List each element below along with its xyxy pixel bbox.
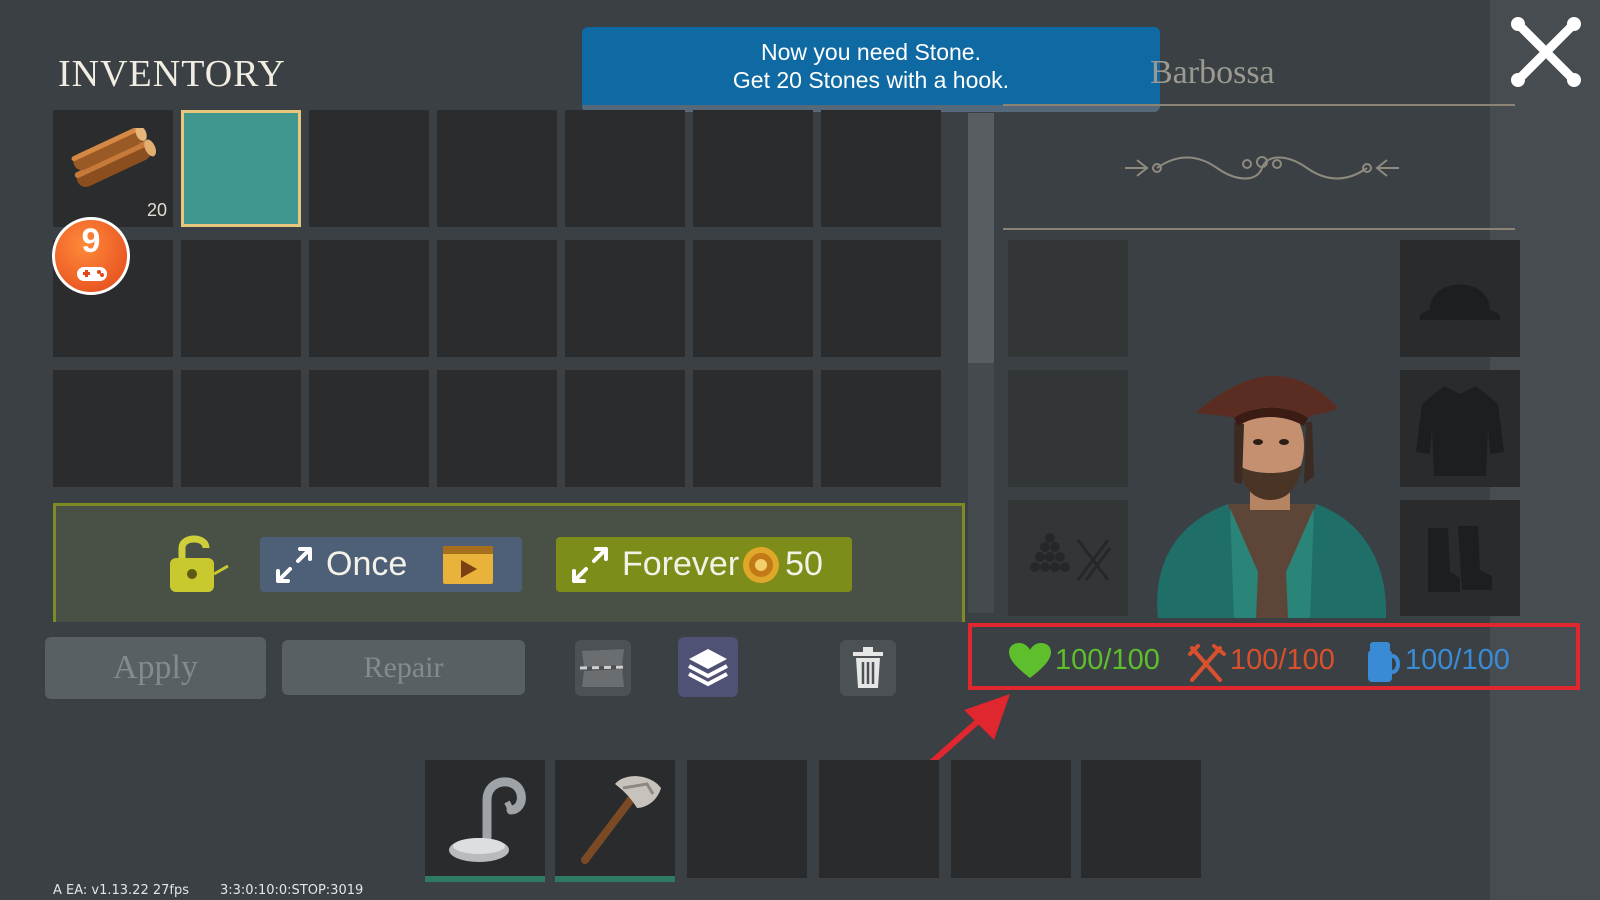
gamepad-icon xyxy=(77,267,107,281)
inventory-slot[interactable] xyxy=(309,110,429,227)
forever-label: Forever xyxy=(622,545,740,583)
inventory-slot[interactable] xyxy=(821,370,941,487)
durability-bar xyxy=(425,876,545,882)
expand-arrows-icon xyxy=(572,546,608,583)
tutorial-line-1: Now you need Stone. xyxy=(761,39,981,65)
item-count: 20 xyxy=(146,200,167,220)
thirst-value: 100/100 xyxy=(1405,644,1510,676)
inventory-slot[interactable] xyxy=(693,240,813,357)
inventory-slot[interactable] xyxy=(53,370,173,487)
scrollbar-thumb[interactable] xyxy=(968,113,994,363)
inventory-slot[interactable] xyxy=(181,370,301,487)
inventory-slot[interactable] xyxy=(437,110,557,227)
inventory-slot-wood[interactable]: 20 xyxy=(53,110,173,227)
inventory-slot[interactable] xyxy=(821,110,941,227)
stack-items-button[interactable] xyxy=(678,637,738,697)
apply-button[interactable]: Apply xyxy=(45,637,266,699)
tutorial-banner: Now you need Stone. Get 20 Stones with a… xyxy=(582,27,1160,112)
version-info: A EA: v1.13.22 27fps xyxy=(53,883,190,898)
equipment-slot[interactable] xyxy=(1008,370,1128,487)
level-badge: 9 xyxy=(52,217,130,295)
durability-bar xyxy=(555,876,675,882)
coin-icon xyxy=(743,546,780,583)
inventory-slot[interactable] xyxy=(693,370,813,487)
pirate-character xyxy=(1157,375,1387,618)
hat-icon xyxy=(1419,284,1501,320)
character-name: Barbossa xyxy=(1150,54,1275,91)
boots-icon xyxy=(1428,526,1492,592)
equipment-slot-ammo[interactable] xyxy=(1008,500,1128,616)
unlock-forever-button[interactable]: Forever 50 xyxy=(556,537,852,592)
split-icon xyxy=(579,649,627,687)
ornament-divider-icon xyxy=(1125,156,1399,180)
video-ad-icon xyxy=(443,545,494,584)
equipment-slot[interactable] xyxy=(1008,240,1128,357)
equipment-slot-body[interactable] xyxy=(1400,370,1520,487)
heart-icon xyxy=(1009,643,1051,678)
hotbar-slot[interactable] xyxy=(819,760,939,878)
hotbar-slot-hook[interactable] xyxy=(425,760,545,882)
hook-icon xyxy=(449,777,526,862)
health-value: 100/100 xyxy=(1055,644,1160,676)
inventory-title: INVENTORY xyxy=(58,53,286,95)
close-x-icon[interactable] xyxy=(1508,14,1584,90)
hotbar-slot-axe[interactable] xyxy=(555,760,675,882)
water-jug-icon xyxy=(1368,642,1400,682)
coat-icon xyxy=(1416,386,1504,476)
forever-price: 50 xyxy=(785,545,823,583)
inventory-slot[interactable] xyxy=(821,240,941,357)
padlock-icon xyxy=(170,535,229,592)
inventory-slot[interactable] xyxy=(565,110,685,227)
ornament-divider-line xyxy=(1003,228,1515,230)
hotbar-slot[interactable] xyxy=(951,760,1071,878)
inventory-slot[interactable] xyxy=(565,240,685,357)
equipment-slot-feet[interactable] xyxy=(1400,500,1520,616)
name-divider xyxy=(1003,104,1515,106)
trash-icon xyxy=(853,647,883,688)
delete-item-button[interactable] xyxy=(840,640,896,696)
wood-logs-icon xyxy=(71,128,157,187)
ammo-arrows-icon xyxy=(1030,533,1112,581)
debug-info: 3:3:0:10:0:STOP:3019 xyxy=(220,883,364,898)
inventory-slot[interactable] xyxy=(565,370,685,487)
hunger-value: 100/100 xyxy=(1230,644,1335,676)
stone-axe-icon xyxy=(581,776,661,864)
split-stack-button[interactable] xyxy=(575,640,631,696)
fork-knife-icon xyxy=(1188,644,1226,682)
inventory-slot[interactable] xyxy=(309,370,429,487)
expand-arrows-icon xyxy=(276,546,312,583)
unlock-once-button[interactable]: Once xyxy=(260,537,522,592)
hotbar-slot[interactable] xyxy=(687,760,807,878)
inventory-slot[interactable] xyxy=(181,240,301,357)
tutorial-line-2: Get 20 Stones with a hook. xyxy=(732,67,1010,93)
inventory-slot-selected[interactable] xyxy=(181,110,301,227)
inventory-slot[interactable] xyxy=(309,240,429,357)
once-label: Once xyxy=(326,545,408,583)
hotbar-slot[interactable] xyxy=(1081,760,1201,878)
inventory-slot[interactable] xyxy=(693,110,813,227)
inventory-slot[interactable] xyxy=(437,370,557,487)
equipment-slot-head[interactable] xyxy=(1400,240,1520,357)
layers-icon xyxy=(688,649,728,687)
inventory-slot[interactable] xyxy=(437,240,557,357)
badge-number: 9 xyxy=(81,222,101,260)
repair-button[interactable]: Repair xyxy=(282,640,525,695)
